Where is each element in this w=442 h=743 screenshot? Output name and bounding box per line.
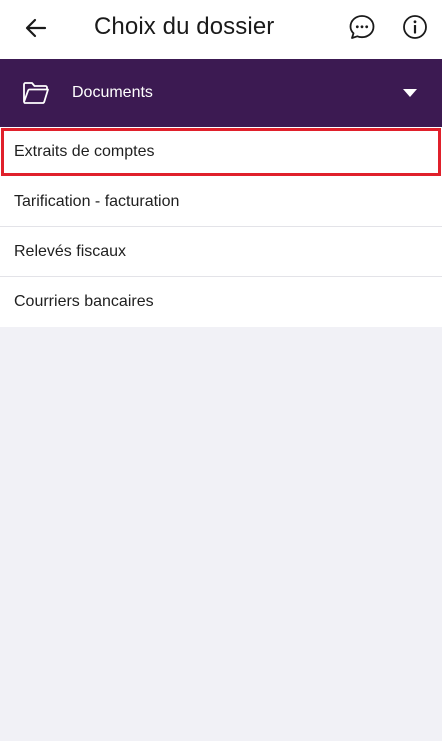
folder-selector[interactable]: Documents: [0, 59, 442, 127]
list-item-tarification-facturation[interactable]: Tarification - facturation: [0, 177, 442, 227]
folder-list: Extraits de comptes Tarification - factu…: [0, 127, 442, 327]
list-item-label: Courriers bancaires: [14, 293, 154, 310]
selector-label: Documents: [72, 84, 153, 101]
empty-content-area: [0, 327, 442, 741]
info-icon: [403, 15, 427, 39]
chat-button[interactable]: [348, 13, 376, 41]
list-item-extraits-de-comptes[interactable]: Extraits de comptes: [0, 127, 442, 177]
list-item-releves-fiscaux[interactable]: Relevés fiscaux: [0, 227, 442, 277]
list-item-courriers-bancaires[interactable]: Courriers bancaires: [0, 277, 442, 327]
arrow-left-icon: [25, 18, 47, 38]
caret-down-icon: [403, 89, 417, 97]
list-item-label: Relevés fiscaux: [14, 242, 127, 260]
app-header: Choix du dossier: [0, 0, 442, 59]
list-item-label: Tarification - facturation: [14, 192, 180, 210]
back-button[interactable]: [24, 16, 48, 40]
list-item-label: Extraits de comptes: [14, 143, 155, 160]
page-title: Choix du dossier: [94, 13, 275, 40]
folder-icon: [23, 82, 49, 104]
chat-bubble-icon: [349, 15, 375, 39]
info-button[interactable]: [401, 13, 429, 41]
